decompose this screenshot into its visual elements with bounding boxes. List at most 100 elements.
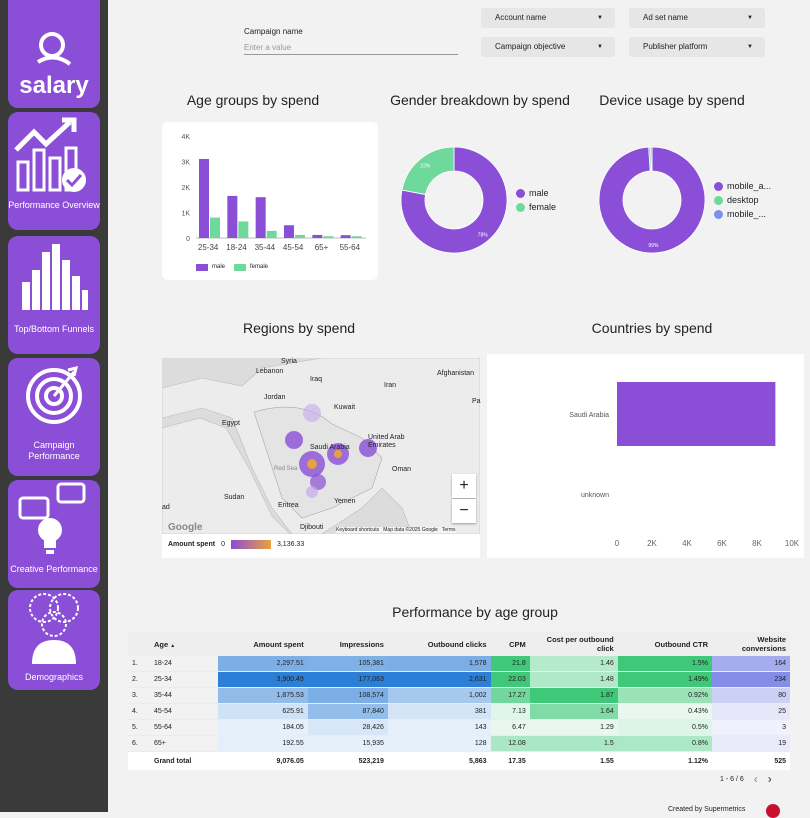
cell-cpm: 21.8: [490, 656, 530, 672]
cell-clicks: 381: [387, 703, 491, 720]
x-tick-label: 35-44: [255, 243, 276, 252]
table-row[interactable]: 2. 25-34 3,900.49 177,063 2,631 22.03 1.48 1.49…: [128, 671, 790, 688]
sidebar-item-performance-overview[interactable]: Performance Overview: [8, 112, 100, 230]
cell-cpc: 1.29: [529, 719, 618, 736]
column-header-amount-spent[interactable]: Amount spent: [218, 632, 308, 656]
cell-ctr: 0.43%: [617, 703, 712, 720]
supermetrics-logo-icon: [766, 804, 780, 818]
sidebar-item-campaign-performance[interactable]: Campaign Performance: [8, 358, 100, 476]
keyboard-shortcuts-link[interactable]: Keyboard shortcuts: [336, 527, 379, 533]
column-header-outbound-clicks[interactable]: Outbound clicks: [387, 632, 491, 656]
map-label: ad: [162, 504, 170, 511]
column-header-cpm[interactable]: CPM: [490, 632, 530, 656]
x-tick-label: 2K: [647, 539, 657, 548]
map-label: Egypt: [222, 420, 240, 427]
column-header-age[interactable]: Age ▲: [150, 632, 218, 656]
column-header-outbound-ctr[interactable]: Outbound CTR: [617, 632, 712, 656]
age-groups-title: Age groups by spend: [186, 92, 320, 108]
table-row[interactable]: 3. 35-44 1,875.53 108,574 1,002 17.27 1.87 0.92…: [128, 687, 790, 704]
cell-spend: 3,900.49: [218, 671, 308, 688]
account-name-dropdown[interactable]: Account name ▼: [481, 8, 615, 28]
adset-name-dropdown[interactable]: Ad set name ▼: [629, 8, 765, 28]
cell-impr: 15,935: [307, 735, 388, 752]
cell-conv: 80: [712, 687, 790, 704]
bar-country: [617, 382, 776, 446]
legend-label: male: [529, 188, 549, 198]
cell-ctr: 0.8%: [617, 735, 712, 752]
legend-desktop: desktop: [714, 193, 771, 207]
row-index: 4.: [128, 703, 150, 720]
x-tick-label: 18-24: [226, 243, 247, 252]
device-title: Device usage by spend: [599, 92, 745, 108]
google-logo: Google: [168, 522, 203, 533]
column-header-website-conversions[interactable]: Website conversions: [712, 632, 790, 656]
zoom-out-button[interactable]: −: [452, 499, 476, 523]
pagination-text: 1 - 6 / 6: [720, 775, 744, 783]
gender-donut-chart: 78% 22%: [400, 146, 508, 254]
prev-page-button[interactable]: ‹: [754, 772, 758, 786]
regions-title: Regions by spend: [242, 320, 356, 336]
map-label: Syria: [281, 358, 297, 365]
sidebar-item-top-bottom-funnels[interactable]: Top/Bottom Funnels: [8, 236, 100, 354]
dropdown-label: Campaign objective: [495, 42, 566, 51]
legend-female: female: [234, 260, 268, 274]
legend-min: 0: [221, 541, 225, 548]
bar-male: [199, 158, 209, 238]
cell-cpc: 1.64: [529, 703, 618, 720]
cell-impr: 87,840: [307, 703, 388, 720]
bar-female: [295, 234, 305, 238]
row-index: 3.: [128, 687, 150, 704]
cell-cpc: 1.48: [529, 671, 618, 688]
regions-map-card: Syria Lebanon Iraq Iran Afghanistan Jord…: [162, 358, 481, 558]
caret-down-icon: ▼: [597, 15, 603, 21]
slice-female: [401, 146, 455, 196]
next-page-button[interactable]: ›: [768, 772, 772, 786]
y-tick-label: 3K: [181, 160, 190, 167]
column-header-impressions[interactable]: Impressions: [307, 632, 388, 656]
table-row[interactable]: 1. 18-24 2,297.51 105,381 1,578 21.8 1.46 1.5% 1…: [128, 656, 790, 672]
caret-down-icon: ▼: [597, 44, 603, 50]
publisher-platform-dropdown[interactable]: Publisher platform ▼: [629, 37, 765, 57]
terms-link[interactable]: Terms: [442, 527, 456, 533]
map-data-text: Map data ©2025 Google: [383, 527, 438, 533]
cell-age: 18-24: [150, 656, 218, 672]
region-hotspot: [285, 431, 303, 449]
sidebar-item-demographics[interactable]: Demographics: [8, 590, 100, 690]
countries-chart: 0 2K 4K 6K 8K 10K Saudi Arabia unknown: [569, 382, 800, 548]
bar-female: [238, 221, 249, 238]
histogram-icon: [22, 244, 88, 310]
brand-name: salary: [19, 72, 89, 99]
legend-label: female: [529, 202, 557, 212]
campaign-objective-dropdown[interactable]: Campaign objective ▼: [481, 37, 615, 57]
cell-ctr: 1.5%: [617, 656, 712, 672]
sidebar-item-label: Top/Bottom Funnels: [13, 324, 95, 334]
legend-male: male: [196, 260, 225, 274]
legend-label: mobile_a...: [727, 181, 772, 191]
table-header-row: Age ▲ Amount spent Impressions Outbound …: [128, 632, 790, 656]
row-index: 5.: [128, 719, 150, 736]
sort-asc-icon: ▲: [170, 642, 176, 649]
table-row[interactable]: 5. 55-64 184.05 28,426 143 6.47 1.29 0.5% 3: [128, 719, 790, 736]
cell-cpm: 12.08: [490, 735, 530, 752]
column-header-cost-per-click[interactable]: Cost per outbound click: [529, 632, 618, 656]
dropdown-label: Ad set name: [643, 13, 688, 22]
cell-conv: 19: [712, 735, 790, 752]
cell-spend: 184.05: [218, 719, 308, 736]
x-tick-label: 55-64: [340, 243, 361, 252]
table-row[interactable]: 6. 65+ 192.55 15,935 128 12.08 1.5 0.8% 19: [128, 735, 790, 752]
cell-conv: 3: [712, 719, 790, 736]
sidebar-item-label: Creative Performance: [10, 564, 98, 574]
caret-down-icon: ▼: [747, 44, 753, 50]
table-row[interactable]: 4. 45-54 625.91 87,840 381 7.13 1.64 0.43% 25: [128, 703, 790, 720]
brand-block[interactable]: salary: [8, 0, 100, 108]
zoom-in-button[interactable]: +: [452, 474, 476, 498]
sidebar-item-creative-performance[interactable]: Creative Performance: [8, 480, 100, 588]
grand-total-row: Grand total 9,076.05 523,219 5,863 17.35 1.55…: [128, 751, 790, 770]
cell-conv: 234: [712, 671, 790, 688]
cell-cpc: 1.87: [529, 687, 618, 704]
cell-age: 65+: [150, 735, 218, 752]
campaign-name-input[interactable]: Enter a value: [244, 41, 458, 55]
map-label: Jordan: [264, 394, 286, 401]
cell-clicks: 143: [387, 719, 491, 736]
cell-spend: 1,875.53: [218, 687, 308, 704]
